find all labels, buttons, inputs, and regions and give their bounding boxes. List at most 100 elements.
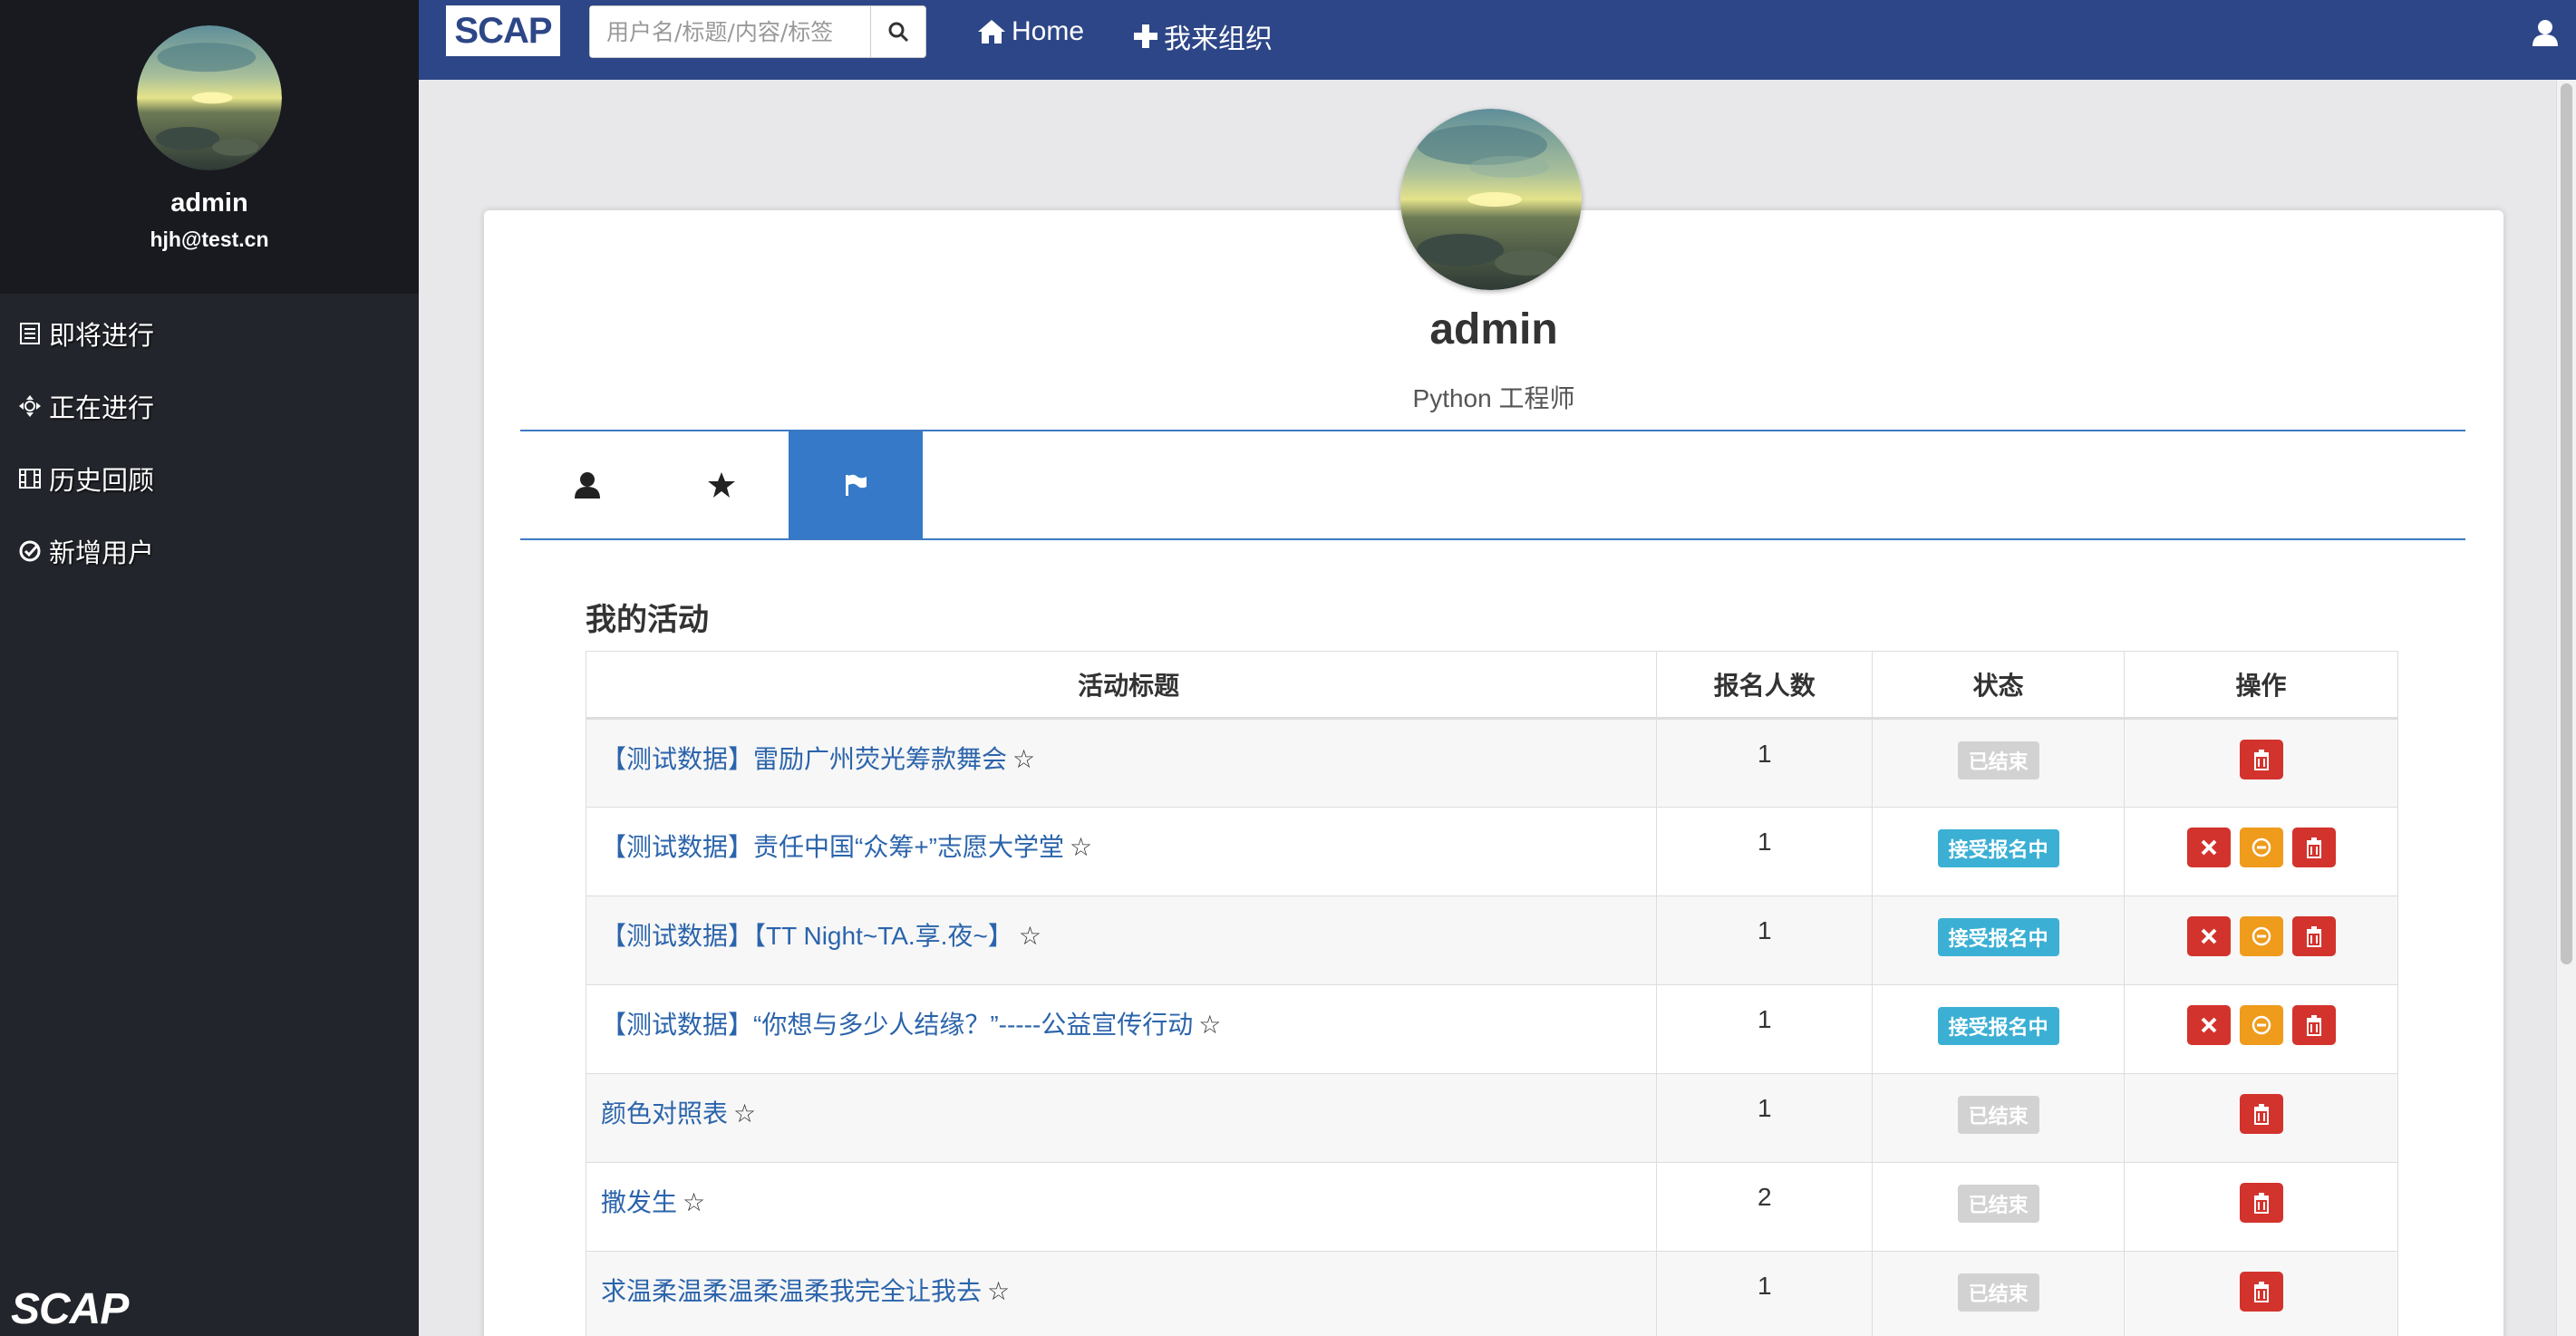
cell-title: 【测试数据】【TT Night~TA.享.夜~】 ☆ xyxy=(585,896,1658,985)
check-circle-icon xyxy=(19,540,41,562)
favorite-star-icon[interactable]: ☆ xyxy=(683,1188,705,1216)
top-navbar: SCAP Home 我来组织 xyxy=(419,0,2576,80)
cell-signup-count: 2 xyxy=(1656,1162,1874,1252)
delete-button[interactable] xyxy=(2239,1183,2283,1223)
sidebar-item-history[interactable]: 历史回顾 xyxy=(0,442,419,515)
activity-title-link[interactable]: 【测试数据】“你想与多少人结缘？”-----公益宣传行动 xyxy=(601,1011,1193,1039)
table-row: 【测试数据】雷励广州荧光筹款舞会 ☆ 1 已结束 xyxy=(585,718,2398,808)
header-status: 状态 xyxy=(1872,651,2126,720)
sidebar-item-ongoing[interactable]: 正在进行 xyxy=(0,370,419,442)
cell-actions xyxy=(2124,1073,2398,1163)
favorite-star-icon[interactable]: ☆ xyxy=(1012,745,1035,773)
favorite-star-icon[interactable]: ☆ xyxy=(733,1099,756,1128)
favorite-star-icon[interactable]: ☆ xyxy=(1198,1011,1221,1039)
activity-title-link[interactable]: 求温柔温柔温柔温柔我完全让我去 xyxy=(601,1277,982,1305)
flag-icon xyxy=(846,474,867,496)
favorite-star-icon[interactable]: ☆ xyxy=(1019,922,1041,950)
nav-organize-link[interactable]: 我来组织 xyxy=(1133,16,1273,56)
activity-title-link[interactable]: 【测试数据】雷励广州荧光筹款舞会 xyxy=(601,745,1007,773)
cell-actions xyxy=(2124,1162,2398,1252)
status-badge: 已结束 xyxy=(1957,741,2039,779)
status-badge: 接受报名中 xyxy=(1937,829,2059,867)
pause-button[interactable] xyxy=(2239,916,2283,956)
delete-button[interactable] xyxy=(2291,828,2336,867)
star-icon xyxy=(708,472,735,498)
trash-icon xyxy=(2253,1282,2269,1302)
close-registration-button[interactable] xyxy=(2186,1005,2231,1045)
cell-title: 求温柔温柔温柔温柔我完全让我去 ☆ xyxy=(585,1251,1658,1336)
delete-button[interactable] xyxy=(2291,916,2336,956)
trash-icon xyxy=(2253,1193,2269,1214)
tab-my-activities[interactable] xyxy=(789,431,923,538)
sidebar-profile: admin hjh@test.cn xyxy=(0,0,419,294)
cell-status: 已结束 xyxy=(1872,1251,2126,1336)
search-input[interactable] xyxy=(590,6,871,57)
scrollbar-thumb[interactable] xyxy=(2561,83,2572,964)
status-badge: 已结束 xyxy=(1957,1185,2039,1223)
trash-icon xyxy=(2253,750,2269,770)
action-buttons xyxy=(2186,828,2336,867)
brand-logo[interactable]: SCAP xyxy=(446,5,560,56)
search-button[interactable] xyxy=(871,6,925,57)
table-row: 【测试数据】责任中国“众筹+”志愿大学堂 ☆ 1 接受报名中 xyxy=(585,807,2398,896)
profile-name: admin xyxy=(1429,305,1558,353)
minus-circle-icon xyxy=(2252,1015,2271,1035)
film-icon xyxy=(19,469,41,489)
delete-button[interactable] xyxy=(2239,1094,2283,1134)
action-buttons xyxy=(2239,1272,2283,1312)
action-buttons xyxy=(2186,1005,2336,1045)
sidebar-item-label: 正在进行 xyxy=(49,394,155,423)
table-row: 撒发生 ☆ 2 已结束 xyxy=(585,1162,2398,1252)
list-icon xyxy=(20,323,40,344)
close-registration-button[interactable] xyxy=(2186,916,2231,956)
section-title: 我的活动 xyxy=(586,603,709,637)
sidebar-item-add-user[interactable]: 新增用户 xyxy=(0,515,419,587)
activity-title-link[interactable]: 【测试数据】责任中国“众筹+”志愿大学堂 xyxy=(601,833,1064,861)
activity-title-link[interactable]: 【测试数据】【TT Night~TA.享.夜~】 xyxy=(601,922,1013,950)
cell-signup-count: 1 xyxy=(1656,1251,1874,1336)
minus-circle-icon xyxy=(2252,837,2271,857)
activity-title-link[interactable]: 撒发生 xyxy=(601,1188,677,1216)
sidebar-avatar[interactable] xyxy=(137,25,282,170)
close-icon xyxy=(2201,839,2216,856)
cell-signup-count: 1 xyxy=(1656,1073,1874,1163)
delete-button[interactable] xyxy=(2239,1272,2283,1312)
action-buttons xyxy=(2239,740,2283,779)
table-row: 【测试数据】“你想与多少人结缘？”-----公益宣传行动 ☆ 1 接受报名中 xyxy=(585,984,2398,1074)
close-registration-button[interactable] xyxy=(2186,828,2231,867)
sidebar-user-email: hjh@test.cn xyxy=(150,228,269,251)
tab-starred[interactable] xyxy=(654,431,789,538)
cell-signup-count: 1 xyxy=(1656,896,1874,985)
pause-button[interactable] xyxy=(2239,1005,2283,1045)
close-icon xyxy=(2201,1017,2216,1033)
home-icon xyxy=(978,20,1005,44)
delete-button[interactable] xyxy=(2291,1005,2336,1045)
activities-table-body: 【测试数据】雷励广州荧光筹款舞会 ☆ 1 已结束 【测试数据】责任中国“众筹+”志愿大学… xyxy=(585,718,2398,1336)
cell-signup-count: 1 xyxy=(1656,807,1874,896)
table-header-row: 活动标题 报名人数 状态 操作 xyxy=(585,651,2398,720)
tab-profile[interactable] xyxy=(520,431,654,538)
trash-icon xyxy=(2306,1015,2321,1036)
cell-title: 颜色对照表 ☆ xyxy=(585,1073,1658,1163)
user-menu-button[interactable] xyxy=(2531,18,2560,52)
profile-title: Python 工程师 xyxy=(1412,384,1575,412)
nav-organize-label: 我来组织 xyxy=(1164,24,1273,54)
cell-signup-count: 1 xyxy=(1656,718,1874,808)
table-row: 求温柔温柔温柔温柔我完全让我去 ☆ 1 已结束 xyxy=(585,1251,2398,1336)
cell-actions xyxy=(2124,718,2398,808)
cell-title: 【测试数据】雷励广州荧光筹款舞会 ☆ xyxy=(585,718,1658,808)
move-icon xyxy=(19,395,41,417)
action-buttons xyxy=(2186,916,2336,956)
sidebar-item-upcoming[interactable]: 即将进行 xyxy=(0,297,419,370)
favorite-star-icon[interactable]: ☆ xyxy=(1070,833,1092,861)
profile-avatar[interactable] xyxy=(1400,109,1582,290)
delete-button[interactable] xyxy=(2239,740,2283,779)
activity-title-link[interactable]: 颜色对照表 xyxy=(601,1099,728,1128)
pause-button[interactable] xyxy=(2239,828,2283,867)
table-row: 【测试数据】【TT Night~TA.享.夜~】 ☆ 1 接受报名中 xyxy=(585,896,2398,985)
cell-status: 已结束 xyxy=(1872,1162,2126,1252)
favorite-star-icon[interactable]: ☆ xyxy=(987,1277,1010,1305)
cell-status: 已结束 xyxy=(1872,718,2126,808)
nav-home-link[interactable]: Home xyxy=(977,16,1084,47)
cell-actions xyxy=(2124,1251,2398,1336)
